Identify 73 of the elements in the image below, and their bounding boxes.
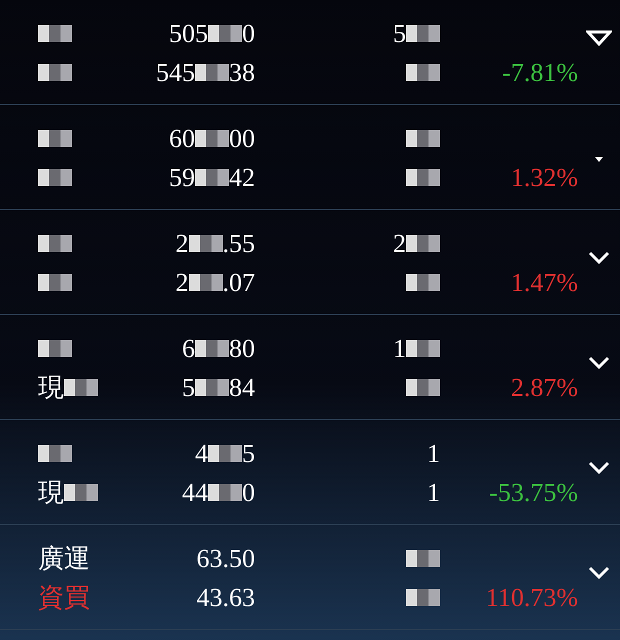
caret-icon[interactable]: [595, 156, 603, 162]
percent-change: 110.73%: [486, 584, 578, 610]
mosaic-block: [195, 64, 229, 81]
percent-change: -53.75%: [489, 480, 578, 506]
mosaic-block: [406, 235, 440, 252]
price-value: 545: [156, 60, 195, 86]
quantity-value: 1: [427, 440, 440, 466]
price-value: 44: [182, 480, 208, 506]
quantity-value: 1: [427, 480, 440, 506]
stock-name: 現: [38, 480, 64, 506]
price-value: 60: [169, 126, 195, 152]
price-value: 42: [229, 164, 255, 190]
price-value: 84: [229, 374, 255, 400]
mosaic-block: [406, 274, 440, 291]
mosaic-block: [406, 169, 440, 186]
price-value: 5: [182, 374, 195, 400]
price-value: 505: [169, 20, 208, 46]
mosaic-block: [406, 130, 440, 147]
mosaic-block: [38, 130, 72, 147]
mosaic-block: [406, 589, 440, 606]
mosaic-block: [38, 64, 72, 81]
price-value: 43.63: [196, 584, 255, 610]
chevron-down-icon[interactable]: [588, 566, 610, 580]
mosaic-block: [188, 235, 222, 252]
mosaic-block: [406, 64, 440, 81]
stock-name: 現: [38, 374, 64, 400]
price-value: 59: [169, 164, 195, 190]
quantity-value: 5: [393, 20, 406, 46]
quantity-value: 1: [393, 336, 406, 362]
mosaic-block: [38, 445, 72, 462]
mosaic-block: [38, 25, 72, 42]
mosaic-block: [195, 169, 229, 186]
triangle-icon[interactable]: [586, 30, 612, 46]
percent-change: -7.81%: [502, 60, 578, 86]
price-value: 5: [242, 440, 255, 466]
mosaic-block: [208, 25, 242, 42]
price-value: 0: [242, 480, 255, 506]
mosaic-block: [195, 130, 229, 147]
mosaic-block: [64, 379, 98, 396]
chevron-down-icon[interactable]: [588, 251, 610, 265]
price-value: 2: [176, 230, 188, 256]
mosaic-block: [188, 274, 222, 291]
mosaic-block: [38, 169, 72, 186]
mosaic-block: [406, 25, 440, 42]
stock-name: 廣運: [38, 546, 90, 572]
mosaic-block: [406, 340, 440, 357]
quantity-value: 2: [393, 230, 406, 256]
price-value: 63.50: [196, 546, 255, 572]
percent-change: 1.32%: [510, 164, 578, 190]
mosaic-block: [38, 235, 72, 252]
mosaic-block: [208, 484, 242, 501]
mosaic-block: [64, 484, 98, 501]
mosaic-block: [38, 340, 72, 357]
mosaic-block: [195, 340, 229, 357]
stock-name: 資買: [38, 584, 90, 610]
price-value: 00: [229, 126, 255, 152]
price-value: 0: [242, 20, 255, 46]
mosaic-block: [406, 379, 440, 396]
chevron-down-icon[interactable]: [588, 461, 610, 475]
price-value: 38: [229, 60, 255, 86]
mosaic-block: [406, 550, 440, 567]
price-value: 80: [229, 336, 255, 362]
percent-change: 1.47%: [510, 270, 578, 296]
price-value: 4: [195, 440, 208, 466]
percent-change: 2.87%: [510, 374, 578, 400]
price-value: .55: [222, 230, 255, 256]
chevron-down-icon[interactable]: [588, 356, 610, 370]
price-value: 6: [182, 336, 195, 362]
mosaic-block: [208, 445, 242, 462]
mosaic-block: [195, 379, 229, 396]
price-value: .07: [222, 270, 255, 296]
mosaic-block: [38, 274, 72, 291]
price-value: 2: [176, 270, 188, 296]
